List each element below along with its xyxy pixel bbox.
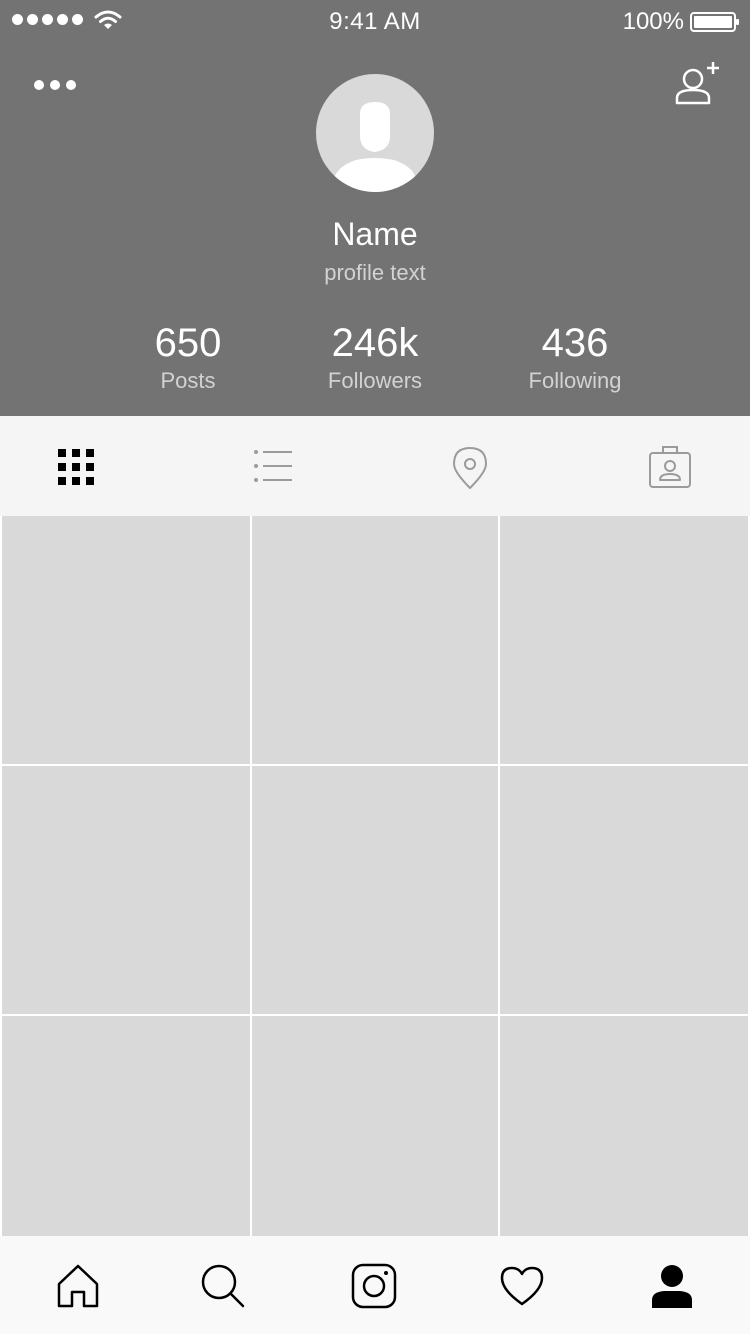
profile-name: Name [332,216,418,252]
stat-following[interactable]: 436 Following [475,320,675,396]
battery-icon [690,12,739,32]
status-bar: 9:41 AM 100% [0,0,750,44]
grid-item[interactable] [2,766,250,1014]
grid-item[interactable] [252,1016,498,1236]
grid-item[interactable] [500,766,748,1014]
tagged-person-icon[interactable] [646,444,694,492]
view-tabs [0,416,750,516]
stat-followers[interactable]: 246k Followers [275,320,475,396]
more-options-icon[interactable] [34,76,78,94]
stat-label: Followers [327,368,423,393]
stat-value: 246k [331,321,419,365]
profile-header: 9:41 AM 100% Name profile text 650 Posts… [0,0,750,416]
stat-posts[interactable]: 650 Posts [88,320,288,396]
home-icon[interactable] [54,1262,102,1310]
add-user-icon[interactable] [674,60,722,106]
grid-item[interactable] [252,766,498,1014]
search-icon[interactable] [198,1262,246,1310]
list-icon[interactable] [250,444,298,492]
profile-text: profile text [324,260,426,285]
stat-label: Following [528,368,622,393]
grid-item[interactable] [252,516,498,764]
bottom-nav [0,1236,750,1334]
stat-label: Posts [160,368,216,393]
grid-item[interactable] [2,516,250,764]
heart-icon[interactable] [498,1262,546,1310]
grid-item[interactable] [2,1016,250,1236]
person-silhouette-icon [334,102,416,192]
battery-percentage: 100% [622,8,684,35]
grid-item[interactable] [500,516,748,764]
profile-screen: 9:41 AM 100% Name profile text 650 Posts… [0,0,750,1334]
grid-item[interactable] [500,1016,748,1236]
avatar[interactable] [316,74,434,192]
profile-icon[interactable] [648,1262,696,1310]
stat-value: 650 [154,321,222,365]
grid-icon[interactable] [52,444,100,492]
camera-icon[interactable] [350,1262,398,1310]
location-pin-icon[interactable] [446,444,494,492]
stat-value: 436 [541,321,609,365]
photo-grid [0,516,750,1236]
